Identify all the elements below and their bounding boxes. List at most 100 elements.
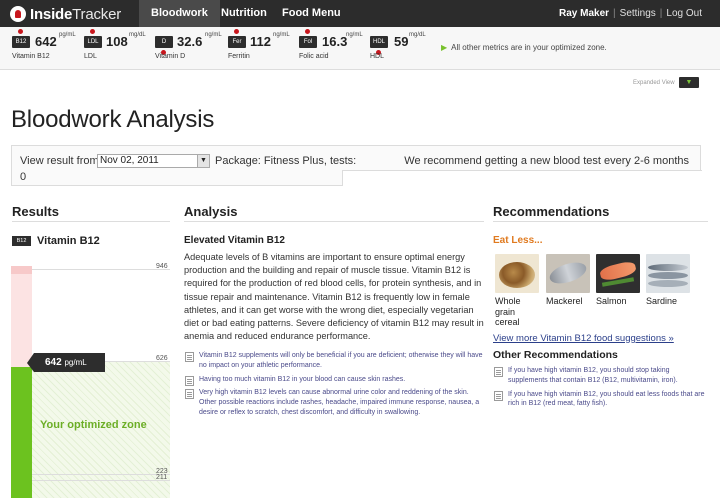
metric-badge: B12 bbox=[12, 236, 31, 246]
retest-recommendation: We recommend getting a new blood test ev… bbox=[404, 155, 689, 167]
tab-bloodwork[interactable]: Bloodwork bbox=[139, 0, 220, 27]
document-icon bbox=[185, 352, 194, 362]
metric-badge: Fer bbox=[228, 36, 246, 48]
view-more-food-link[interactable]: View more Vitamin B12 food suggestions » bbox=[493, 333, 674, 344]
dropdown-arrow-icon: ▼ bbox=[197, 155, 209, 167]
gauge-tick bbox=[32, 480, 170, 481]
food-label: Whole grain cereal bbox=[495, 296, 521, 327]
metric-unit: mg/dL bbox=[409, 32, 426, 38]
package-test-count: 0 bbox=[20, 171, 27, 183]
metric-badge: LDL bbox=[84, 36, 102, 48]
divider bbox=[184, 221, 484, 222]
eat-less-label: Eat Less... bbox=[493, 235, 543, 246]
optimized-zone-label: Your optimized zone bbox=[40, 419, 147, 431]
metric-unit: pg/mL bbox=[59, 32, 76, 38]
out-of-range-dot-icon bbox=[234, 29, 239, 34]
top-navbar: InsideTracker Bloodwork Nutrition Food M… bbox=[0, 0, 720, 27]
food-label: Mackerel bbox=[546, 296, 583, 306]
divider bbox=[12, 221, 170, 222]
metric-value: 112 bbox=[250, 34, 271, 49]
current-value-pointer: 642 pg/mL bbox=[27, 353, 105, 372]
metric-value: 59 bbox=[394, 34, 409, 49]
package-text: Package: Fitness Plus, tests: bbox=[215, 155, 357, 167]
metric-name: Vitamin D bbox=[155, 53, 186, 60]
food-label: Sardine bbox=[646, 296, 678, 306]
list-item: Vitamin B12 supplements will only be ben… bbox=[184, 351, 486, 371]
gauge-tick-label: 626 bbox=[156, 355, 168, 362]
metric-name: Folic acid bbox=[299, 53, 329, 60]
result-date-select[interactable]: Nov 02, 2011 ▼ bbox=[97, 154, 210, 168]
metric-badge: B12 bbox=[12, 36, 30, 48]
metric-value: 642 bbox=[35, 34, 57, 49]
gauge-tick bbox=[32, 269, 170, 270]
food-item-cereal[interactable]: Whole grain cereal bbox=[495, 254, 539, 328]
list-item: Having too much vitamin B12 in your bloo… bbox=[184, 375, 486, 386]
expanded-view-label: Expanded View bbox=[633, 80, 675, 86]
gauge-tick bbox=[32, 474, 170, 475]
food-item-sardine[interactable]: Sardine bbox=[646, 254, 690, 307]
out-of-range-dot-icon bbox=[90, 29, 95, 34]
tab-food-menu[interactable]: Food Menu bbox=[270, 0, 353, 27]
chevron-down-icon: ▼ bbox=[685, 79, 693, 86]
metrics-bar: B12 642 pg/mL Vitamin B12 LDL 108 mg/dL … bbox=[0, 27, 720, 70]
salmon-photo-icon bbox=[596, 254, 640, 293]
gauge-high-cap bbox=[11, 266, 32, 274]
metric-name: LDL bbox=[84, 53, 97, 60]
metric-unit: ng/mL bbox=[346, 32, 363, 38]
recommendations-heading: Recommendations bbox=[493, 204, 610, 219]
document-icon bbox=[185, 375, 194, 386]
food-item-salmon[interactable]: Salmon bbox=[596, 254, 640, 307]
metric-unit: ng/mL bbox=[205, 32, 222, 38]
list-item: If you have high vitamin B12, you should… bbox=[493, 366, 708, 386]
out-of-range-dot-icon bbox=[18, 29, 23, 34]
food-item-mackerel[interactable]: Mackerel bbox=[546, 254, 590, 307]
analysis-notes: Vitamin B12 supplements will only be ben… bbox=[184, 351, 486, 422]
page-title: Bloodwork Analysis bbox=[11, 106, 215, 133]
metric-badge: Fol bbox=[299, 36, 317, 48]
metric-name: HDL bbox=[370, 53, 385, 60]
metric-value: 108 bbox=[106, 34, 128, 49]
food-label: Salmon bbox=[596, 296, 627, 306]
tab-nutrition[interactable]: Nutrition bbox=[209, 0, 279, 27]
logout-link[interactable]: Log Out bbox=[666, 8, 702, 19]
metric-name: Vitamin B12 bbox=[12, 53, 50, 60]
other-recommendations-list: If you have high vitamin B12, you should… bbox=[493, 366, 708, 413]
results-heading: Results bbox=[12, 204, 59, 219]
metric-unit: mg/dL bbox=[129, 32, 146, 38]
document-icon bbox=[185, 389, 194, 400]
analysis-heading: Analysis bbox=[184, 204, 238, 219]
sardine-photo-icon bbox=[646, 254, 690, 293]
logo[interactable]: InsideTracker bbox=[10, 4, 121, 24]
expand-toggle-button[interactable]: ▼ bbox=[679, 77, 699, 88]
analysis-title: Elevated Vitamin B12 bbox=[184, 235, 285, 246]
optimized-note: ▶ All other metrics are in your optimized… bbox=[441, 43, 607, 52]
result-filter-box: View result from Nov 02, 2011 ▼ Package:… bbox=[11, 145, 702, 186]
result-metric-name: Vitamin B12 bbox=[37, 235, 100, 247]
metric-badge: HDL bbox=[370, 36, 388, 48]
logo-icon bbox=[10, 6, 26, 22]
metric-value: 16.3 bbox=[322, 34, 348, 49]
triangle-right-icon: ▶ bbox=[441, 43, 448, 52]
metric-badge: D bbox=[155, 36, 173, 48]
gauge-tick-label: 946 bbox=[156, 263, 168, 270]
list-item: Very high vitamin B12 levels can cause a… bbox=[184, 388, 486, 417]
list-item: If you have high vitamin B12, you should… bbox=[493, 390, 708, 410]
other-recommendations-heading: Other Recommendations bbox=[493, 349, 618, 361]
analysis-body: Adequate levels of B vitamins are import… bbox=[184, 252, 484, 342]
gauge-tick-label: 211 bbox=[156, 474, 168, 481]
gauge-fill bbox=[11, 367, 32, 498]
logo-text: InsideTracker bbox=[30, 5, 122, 23]
divider bbox=[493, 221, 708, 222]
document-icon bbox=[494, 367, 503, 377]
mackerel-photo-icon bbox=[546, 254, 590, 293]
metric-value: 32.6 bbox=[177, 34, 203, 49]
metric-name: Ferritin bbox=[228, 53, 250, 60]
metric-unit: ng/mL bbox=[273, 32, 290, 38]
document-icon bbox=[494, 390, 503, 401]
user-links: Ray Maker | Settings | Log Out bbox=[559, 8, 702, 19]
view-result-label: View result from bbox=[20, 155, 99, 167]
settings-link[interactable]: Settings bbox=[620, 8, 656, 19]
out-of-range-dot-icon bbox=[305, 29, 310, 34]
cereal-photo-icon bbox=[495, 254, 539, 293]
user-name-link[interactable]: Ray Maker bbox=[559, 8, 609, 19]
